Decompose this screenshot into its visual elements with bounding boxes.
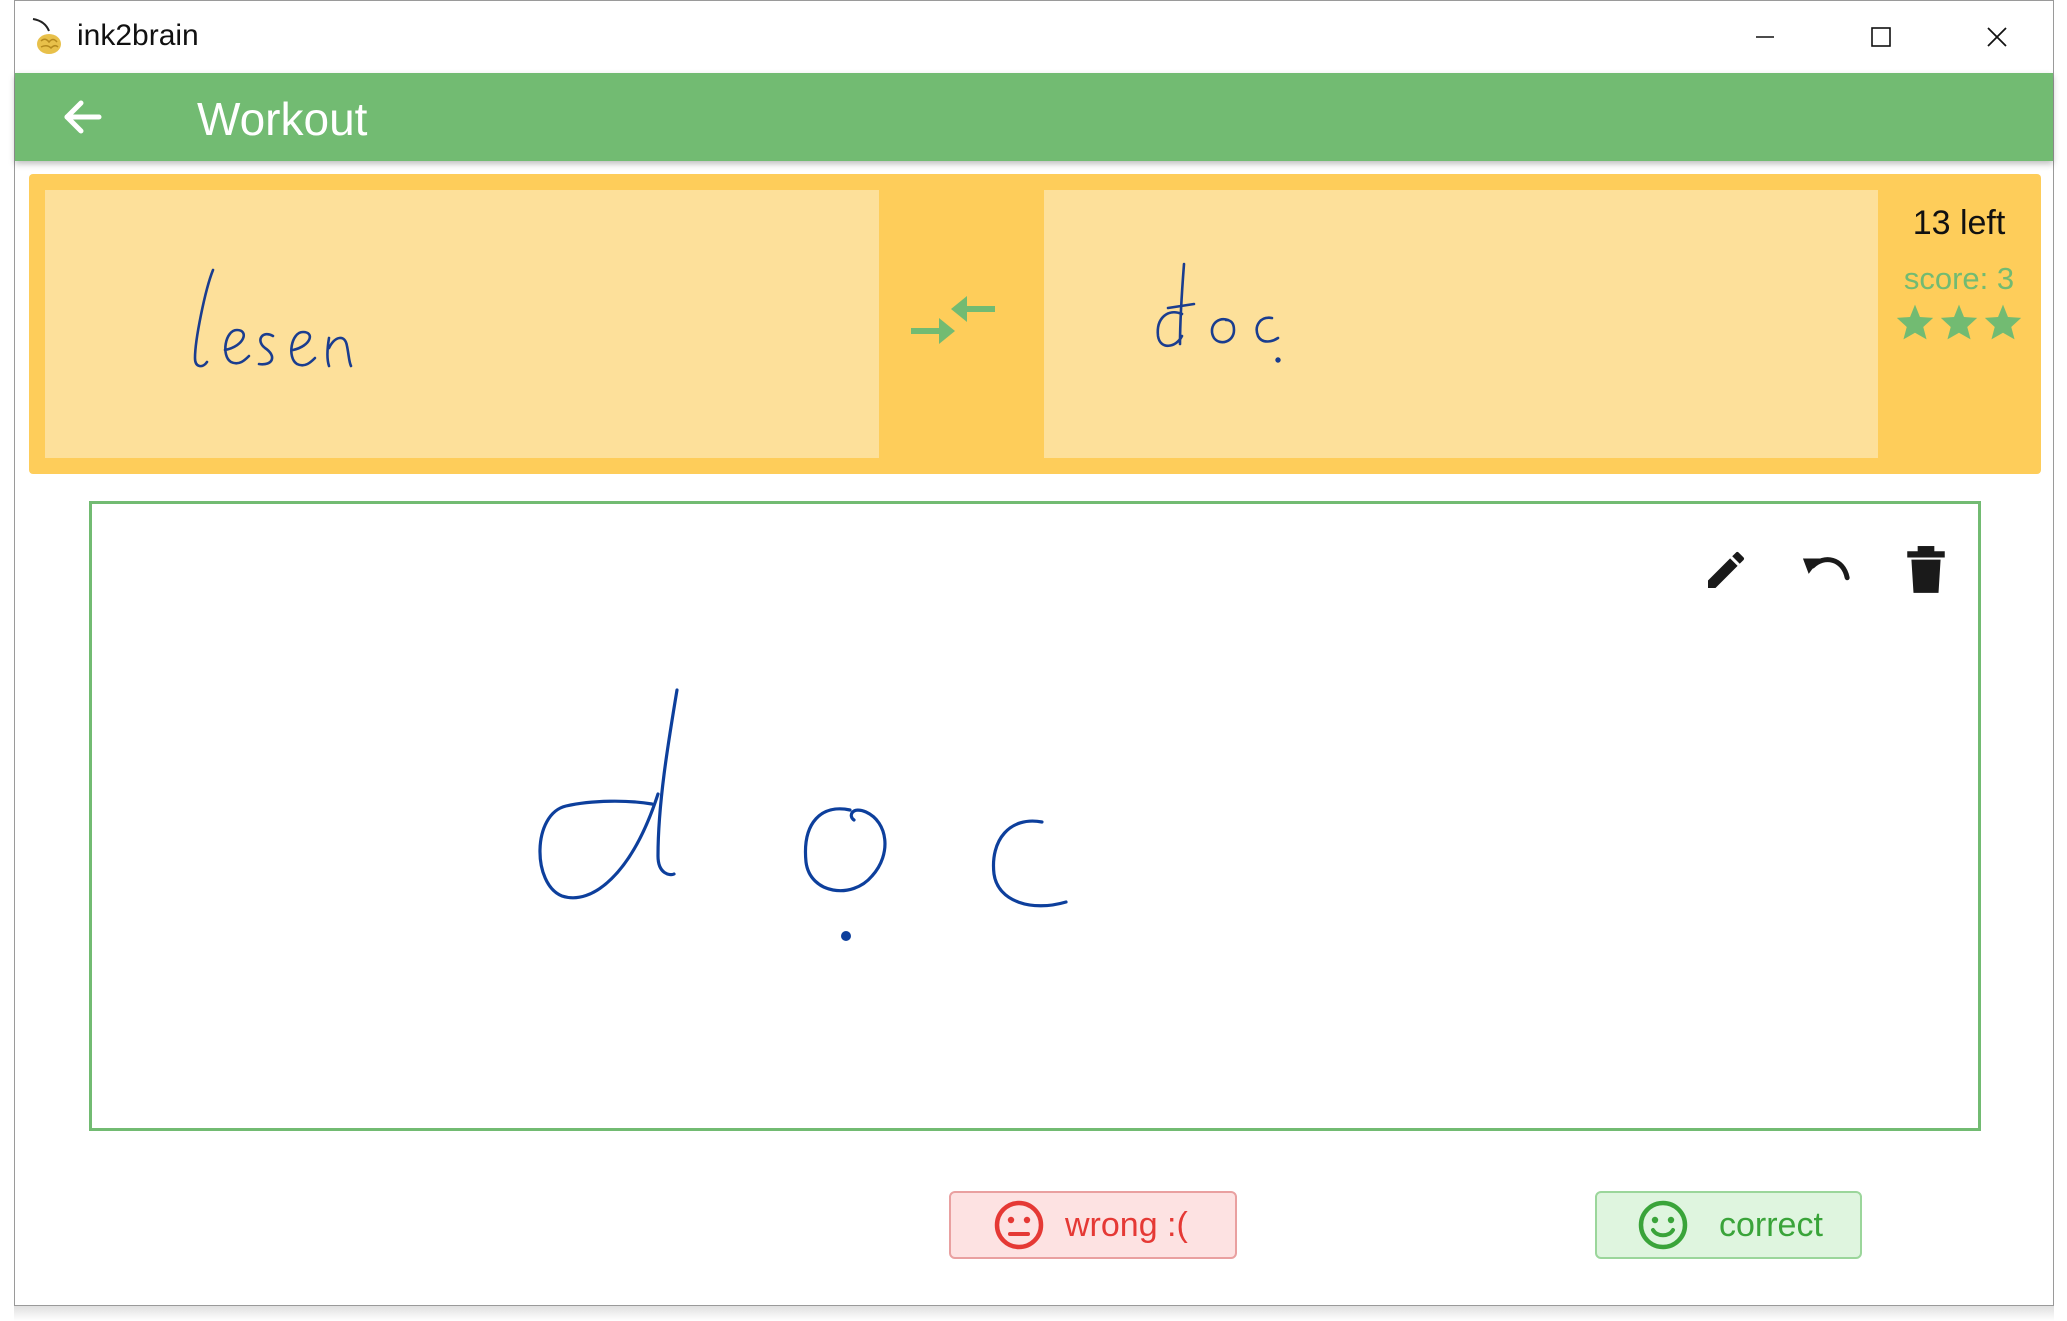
title-bar[interactable]: ink2brain xyxy=(15,1,2053,73)
maximize-button[interactable] xyxy=(1823,1,1939,73)
sad-face-icon xyxy=(994,1200,1044,1250)
window-shadow xyxy=(14,1306,2054,1321)
score-text: score: 3 xyxy=(1903,261,2015,296)
window-title: ink2brain xyxy=(77,19,199,52)
close-icon xyxy=(1987,27,2007,47)
page-title: Workout xyxy=(197,93,368,145)
star-rating xyxy=(1889,303,2029,341)
flashcard: 13 left score: 3 xyxy=(29,174,2041,474)
maximize-icon xyxy=(1871,27,1891,47)
app-window: ink2brain Workout 13 left score: 3 wrong… xyxy=(14,0,2054,1306)
handwritten-ink xyxy=(538,688,1068,941)
smiley-face-icon xyxy=(1638,1200,1688,1250)
progress-info: 13 left score: 3 xyxy=(1889,204,2029,341)
remaining-count: 13 left xyxy=(1912,204,2006,242)
star-icon xyxy=(1940,304,1978,340)
wrong-label: wrong :( xyxy=(1065,1205,1188,1244)
correct-label: correct xyxy=(1719,1205,1823,1244)
close-button[interactable] xyxy=(1939,1,2055,73)
minimize-button[interactable] xyxy=(1707,1,1823,73)
ink-canvas[interactable] xyxy=(89,501,1981,1131)
back-ink-word xyxy=(1156,262,1281,363)
card-front[interactable] xyxy=(45,190,879,458)
card-back[interactable] xyxy=(1044,190,1878,458)
app-bar: Workout xyxy=(15,73,2053,161)
arrow-left-icon xyxy=(64,100,102,134)
star-icon xyxy=(1896,304,1934,340)
wrong-button[interactable]: wrong :( xyxy=(949,1191,1237,1259)
correct-button[interactable]: correct xyxy=(1595,1191,1862,1259)
swap-arrows-icon[interactable] xyxy=(909,290,999,354)
app-logo-icon xyxy=(32,18,61,54)
minimize-icon xyxy=(1756,36,1774,38)
front-ink-word xyxy=(193,268,353,368)
star-icon xyxy=(1984,304,2022,340)
back-button[interactable] xyxy=(59,93,107,141)
